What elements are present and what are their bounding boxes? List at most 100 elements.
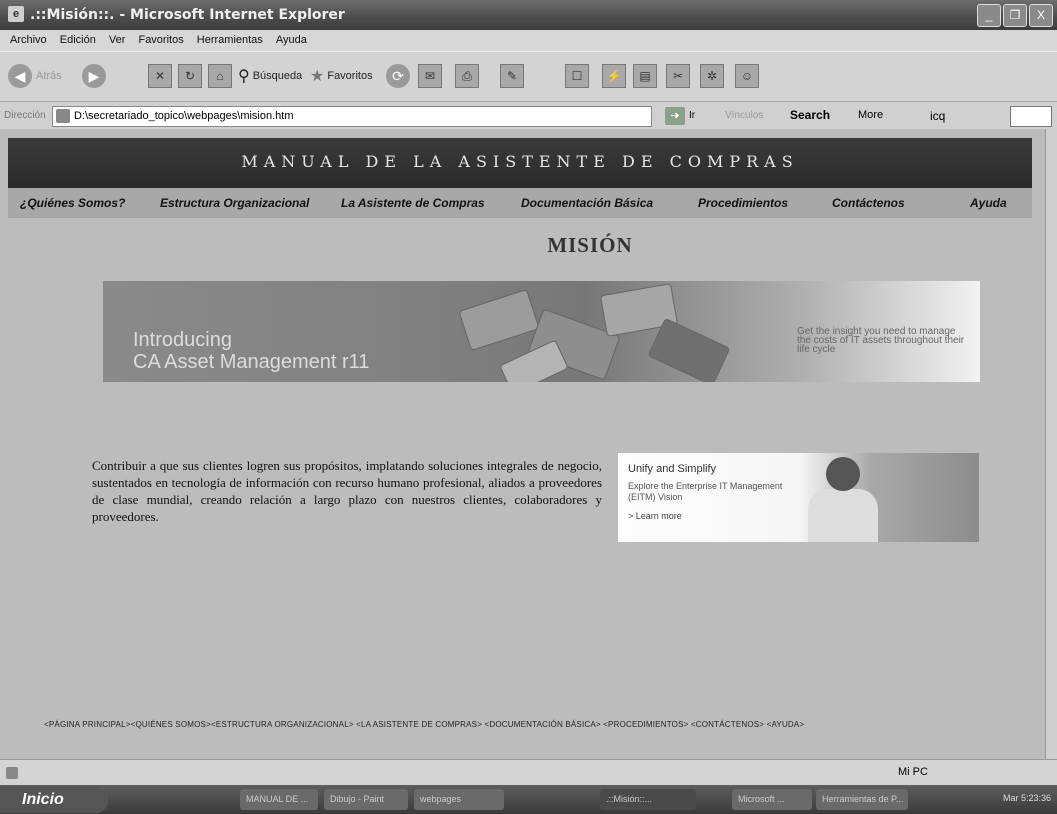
taskbar-item[interactable]: MANUAL DE ... (240, 789, 318, 810)
users-icon: ☺ (735, 64, 759, 88)
my-search-button[interactable]: Search (790, 108, 830, 122)
magnifier-icon: ⚲ (238, 68, 250, 85)
keyboard-key-image (458, 288, 540, 352)
forward-arrow-icon: ▶ (82, 64, 106, 88)
minimize-button[interactable]: _ (977, 4, 1001, 27)
ad-tagline: Get the insight you need to manage the c… (797, 326, 965, 355)
edit-button[interactable]: ✎ (500, 62, 524, 90)
menu-favoritos[interactable]: Favoritos (138, 34, 183, 46)
address-label: Dirección (4, 110, 46, 121)
nav-quienes-somos[interactable]: ¿Quiénes Somos? (20, 196, 125, 210)
star-icon: ★ (310, 68, 325, 85)
keyboard-key-image (647, 317, 731, 382)
site-banner: MANUAL DE LA ASISTENTE DE COMPRAS (8, 138, 1032, 188)
ca-asset-ad-banner[interactable]: Introducing CA Asset Management r11 Get … (103, 281, 980, 382)
scissors-icon: ✂ (666, 64, 690, 88)
mission-text: Contribuir a que sus clientes logren sus… (92, 458, 602, 524)
research-button[interactable]: ▤ (633, 62, 657, 90)
eitm-ad-banner[interactable]: Unify and Simplify Explore the Enterpris… (618, 453, 979, 542)
page-content: MANUAL DE LA ASISTENTE DE COMPRAS ¿Quién… (0, 129, 1045, 759)
window-controls: _ ❐ X (977, 4, 1053, 27)
back-arrow-icon: ◀ (8, 64, 32, 88)
tool-button-2[interactable]: ✲ (700, 62, 724, 90)
address-value: D:\secretariado_topico\webpages\mision.h… (74, 110, 294, 122)
favorites-button[interactable]: ★ Favoritos (310, 62, 373, 90)
favorites-label: Favoritos (327, 70, 373, 82)
links-button[interactable]: Vínculos (725, 110, 763, 121)
menu-herramientas[interactable]: Herramientas (197, 34, 263, 46)
person-head-photo (826, 457, 860, 491)
nav-estructura-organizacional[interactable]: Estructura Organizacional (160, 196, 309, 210)
menu-ver[interactable]: Ver (109, 34, 126, 46)
person-photo (808, 489, 878, 542)
more-button[interactable]: More (858, 109, 883, 121)
history-button[interactable]: ⟳ (386, 62, 410, 90)
vertical-scrollbar[interactable] (1045, 129, 1057, 759)
stop-button[interactable]: ✕ (148, 62, 172, 90)
address-input[interactable]: D:\secretariado_topico\webpages\mision.h… (52, 106, 652, 127)
stop-icon: ✕ (148, 64, 172, 88)
footer-links[interactable]: <PÁGINA PRINCIPAL><QUIÉNES SOMOS><ESTRUC… (44, 720, 804, 729)
page-status-icon (6, 767, 18, 779)
history-icon: ⟳ (386, 64, 410, 88)
back-button[interactable]: ◀ Atrás (8, 62, 62, 90)
nav-contactenos[interactable]: Contáctenos (832, 196, 905, 210)
menu-archivo[interactable]: Archivo (10, 34, 47, 46)
start-button[interactable]: Inicio (0, 786, 108, 813)
refresh-icon: ↻ (178, 64, 202, 88)
menu-bar: Archivo Edición Ver Favoritos Herramient… (0, 30, 1057, 51)
menu-edicion[interactable]: Edición (60, 34, 96, 46)
refresh-button[interactable]: ↻ (178, 62, 202, 90)
ie-app-icon: e (8, 6, 24, 22)
home-button[interactable]: ⌂ (208, 62, 232, 90)
edit-icon: ✎ (500, 64, 524, 88)
go-button[interactable]: Ir (689, 110, 695, 121)
back-label: Atrás (36, 70, 62, 82)
taskbar-item[interactable]: webpages (414, 789, 504, 810)
taskbar-item-active[interactable]: .::Misión::... (600, 789, 696, 810)
page-icon (56, 109, 70, 123)
ad2-subtext: Explore the Enterprise IT Management (EI… (628, 481, 783, 502)
print-button[interactable]: ⎙ (455, 62, 479, 90)
address-bar: Dirección D:\secretariado_topico\webpage… (0, 101, 1057, 130)
go-arrow-icon[interactable]: ➜ (665, 107, 685, 125)
nav-ayuda[interactable]: Ayuda (970, 196, 1007, 210)
tool-button-1[interactable]: ✂ (666, 62, 690, 90)
nav-asistente-compras[interactable]: La Asistente de Compras (341, 196, 485, 210)
menu-ayuda[interactable]: Ayuda (276, 34, 307, 46)
ad-line-1: Introducing (133, 329, 232, 351)
book-icon: ▤ (633, 64, 657, 88)
security-zone: Mi PC (898, 766, 928, 778)
discuss-button[interactable]: ☐ (565, 62, 589, 90)
ad-line-2: CA Asset Management r11 (133, 351, 370, 373)
taskbar-clock: Mar 5:23:36 (1002, 793, 1051, 803)
taskbar: Inicio MANUAL DE ... Dibujo - Paint webp… (0, 785, 1057, 814)
nav-procedimientos[interactable]: Procedimientos (698, 196, 788, 210)
ad2-learn-more-link[interactable]: > Learn more (628, 511, 682, 521)
icq-input[interactable] (1010, 106, 1052, 127)
tool-button-3[interactable]: ☺ (735, 62, 759, 90)
taskbar-item[interactable]: Microsoft ... (732, 789, 812, 810)
icq-button[interactable]: icq (930, 109, 945, 123)
home-icon: ⌂ (208, 64, 232, 88)
ad2-heading: Unify and Simplify (628, 463, 717, 475)
taskbar-item[interactable]: Herramientas de P... (816, 789, 908, 810)
taskbar-item[interactable]: Dibujo - Paint (324, 789, 408, 810)
window-title: .::Misión::. - Microsoft Internet Explor… (30, 7, 345, 23)
page-title: MISIÓN (547, 233, 633, 257)
print-icon: ⎙ (455, 64, 479, 88)
search-button[interactable]: ⚲ Búsqueda (238, 62, 302, 90)
maximize-button[interactable]: ❐ (1003, 4, 1027, 27)
discuss-icon: ☐ (565, 64, 589, 88)
status-bar: Mi PC (0, 759, 1057, 786)
site-nav: ¿Quiénes Somos? Estructura Organizaciona… (8, 188, 1032, 218)
mail-button[interactable]: ✉ (418, 62, 442, 90)
title-bar: e .::Misión::. - Microsoft Internet Expl… (0, 0, 1057, 30)
nav-documentacion-basica[interactable]: Documentación Básica (521, 196, 653, 210)
search-label: Búsqueda (252, 70, 303, 82)
forward-button[interactable]: ▶ (82, 62, 106, 90)
close-button[interactable]: X (1029, 4, 1053, 27)
lightning-icon: ⚡ (602, 64, 626, 88)
messenger-button[interactable]: ⚡ (602, 62, 626, 90)
gear-icon: ✲ (700, 64, 724, 88)
